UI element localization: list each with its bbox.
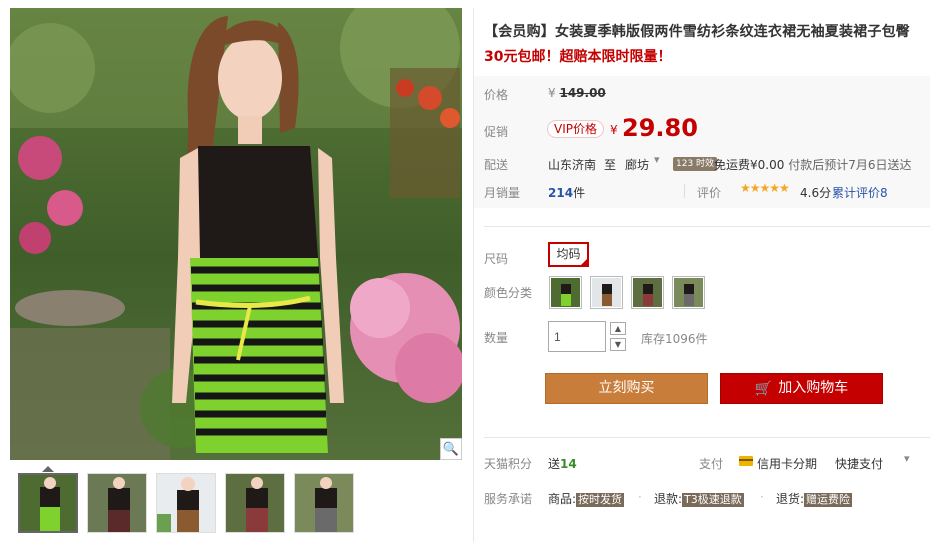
add-to-cart-button[interactable]: 🛒 加入购物车 (720, 373, 883, 404)
zoom-icon[interactable]: 🔍 (440, 438, 462, 460)
separator-dot: · (760, 490, 764, 504)
thumbnail-5-image (295, 474, 353, 532)
quantity-decrease-icon[interactable]: ▼ (610, 338, 626, 351)
delivery-estimate: 付款后预计7月6日送达 (788, 158, 912, 172)
color-option-1[interactable] (549, 276, 582, 309)
ship-from: 山东济南 (548, 158, 597, 172)
separator (684, 184, 685, 198)
rating-label: 评价 (697, 186, 722, 200)
thumbnail-2[interactable] (87, 473, 147, 533)
thumbnail-4-image (226, 474, 284, 532)
shipping-fee: ¥0.00 (750, 158, 785, 172)
service-shipping-prefix: 商品: (548, 492, 577, 506)
color-option-2[interactable] (590, 276, 623, 309)
quantity-label: 数量 (484, 331, 509, 345)
original-price-value: 149.00 (559, 86, 606, 100)
promo-label: 促销 (484, 125, 509, 139)
selected-check-icon (579, 257, 589, 267)
main-product-image[interactable]: 🔍 (10, 8, 462, 460)
active-thumbnail-caret (42, 466, 54, 472)
rating-score: 4.6分 (800, 186, 832, 200)
color-option-3[interactable] (631, 276, 664, 309)
review-count-link[interactable]: 累计评价8 (832, 184, 888, 201)
service-refund: 退款: T3极速退款 (654, 490, 744, 507)
thumbnail-1-image (20, 475, 76, 531)
promo-currency-symbol: ¥ (610, 123, 618, 137)
points-number: 14 (560, 457, 577, 471)
cart-icon: 🛒 (754, 381, 773, 397)
divider (484, 437, 930, 438)
thumbnail-3[interactable] (156, 473, 216, 533)
points-prefix: 送 (548, 457, 561, 471)
buy-now-button[interactable]: 立刻购买 (545, 373, 708, 404)
credit-card-installment[interactable]: 信用卡分期 (757, 455, 817, 472)
thumbnail-5[interactable] (294, 473, 354, 533)
service-label: 服务承诺 (484, 492, 533, 506)
product-subtitle: 30元包邮！超赔本限时限量！ (484, 49, 672, 65)
delivery-time-tag: 123 时效 (673, 157, 718, 171)
size-label: 尺码 (484, 252, 509, 266)
separator-dot: · (638, 490, 642, 504)
service-return: 退货: 赠运费险 (776, 490, 853, 507)
credit-card-icon (739, 456, 753, 466)
thumbnail-2-image (88, 474, 146, 532)
service-refund-prefix: 退款: (654, 492, 683, 506)
quantity-increase-icon[interactable]: ▲ (610, 322, 626, 335)
service-shipping: 商品: 按时发货 (548, 490, 625, 507)
ship-destination[interactable]: 廊坊 (625, 156, 649, 173)
thumbnail-3-image (157, 474, 215, 532)
size-option-label: 均码 (556, 247, 581, 261)
monthly-sales-unit: 件 (573, 186, 586, 200)
color-option-2-image (592, 278, 621, 307)
quantity-input[interactable] (548, 321, 606, 352)
color-options (549, 276, 705, 309)
chevron-down-icon[interactable]: ▾ (904, 452, 910, 465)
divider (484, 226, 930, 227)
color-option-3-image (633, 278, 662, 307)
shipping-fee-info: 免运费¥0.00 付款后预计7月6日送达 (714, 156, 911, 173)
monthly-sales-label: 月销量 (484, 186, 521, 200)
service-tag[interactable]: T3极速退款 (682, 493, 744, 507)
currency-symbol: ¥ (548, 86, 556, 100)
points-value: 送14 (548, 455, 577, 472)
monthly-sales-count: 214 (548, 186, 574, 200)
product-title: 【会员购】女装夏季韩版假两件雪纺衫条纹连衣裙无袖夏装裙子包臀 (484, 24, 910, 40)
price-label: 价格 (484, 88, 509, 102)
thumbnail-4[interactable] (225, 473, 285, 533)
monthly-sales: 214件 (548, 184, 585, 201)
service-tag[interactable]: 按时发货 (576, 493, 625, 507)
rating-stars-icon: ★★★★★ (740, 181, 790, 195)
ship-to-word: 至 (604, 158, 617, 172)
service-return-prefix: 退货: (776, 492, 805, 506)
product-photo-illustration (10, 8, 462, 460)
shipping-fee-label: 免运费 (714, 158, 751, 172)
promo-price: 29.80 (622, 114, 698, 142)
service-tag[interactable]: 赠运费险 (804, 493, 853, 507)
quick-pay[interactable]: 快捷支付 (835, 455, 883, 472)
thumbnail-1[interactable] (18, 473, 78, 533)
color-option-4-image (674, 278, 703, 307)
color-option-1-image (551, 278, 580, 307)
original-price: ¥ 149.00 (548, 86, 606, 100)
vip-price-tag: VIP价格 (547, 120, 604, 138)
thumbnail-strip (18, 473, 354, 533)
add-to-cart-label: 加入购物车 (778, 380, 849, 396)
payment-label: 支付 (699, 457, 724, 471)
color-option-4[interactable] (672, 276, 705, 309)
points-label: 天猫积分 (484, 457, 533, 471)
chevron-down-icon[interactable]: ▾ (654, 153, 660, 166)
stock-count: 库存1096件 (641, 332, 708, 346)
size-option-selected[interactable]: 均码 (548, 242, 589, 267)
shipping-label: 配送 (484, 158, 509, 172)
color-label: 颜色分类 (484, 286, 533, 300)
